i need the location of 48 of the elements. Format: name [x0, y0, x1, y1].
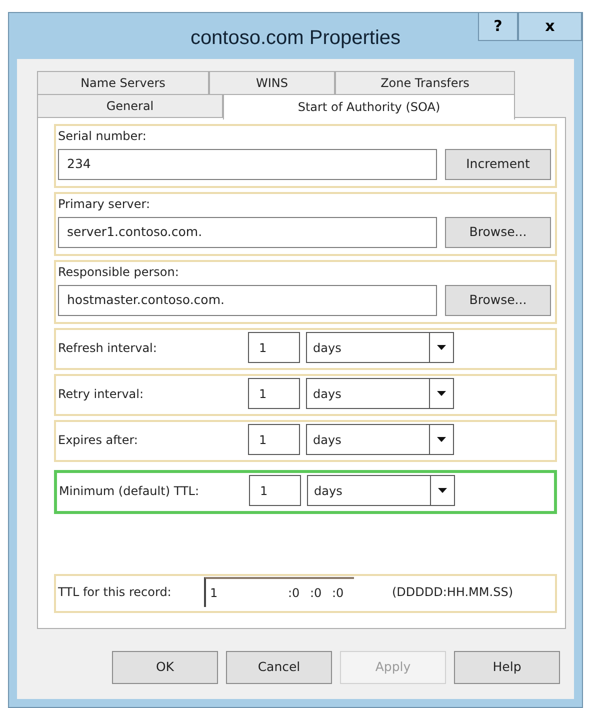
dialog-button[interactable]: Cancel	[226, 651, 332, 684]
tab[interactable]: General	[37, 94, 223, 118]
minutes-value: :0	[310, 585, 323, 602]
dropdown-value: days	[312, 386, 342, 402]
tab[interactable]: WINS	[209, 71, 335, 95]
dropdown-arrow-icon	[438, 488, 447, 493]
tab[interactable]: Start of Authority (SOA)	[223, 94, 515, 120]
days-value: 1	[210, 585, 219, 602]
field-label: Expires after:	[58, 432, 139, 448]
help-button[interactable]: ?	[478, 13, 518, 41]
hours-value: :0	[288, 585, 301, 602]
field-label: TTL for this record:	[58, 584, 172, 601]
field-label: Refresh interval:	[58, 340, 158, 356]
dialog-button[interactable]: Help	[454, 651, 560, 684]
ttl-field[interactable]: 1 :0 :0 :0	[204, 577, 354, 607]
seconds-value: :0	[332, 585, 345, 602]
unit-dropdown[interactable]: days	[306, 332, 454, 363]
number-field[interactable]: 1	[248, 378, 300, 409]
text-field[interactable]: hostmaster.contoso.com.	[58, 285, 437, 316]
dropdown-arrow-icon	[437, 345, 446, 350]
dropdown-arrow-icon	[437, 437, 446, 442]
field-label: Retry interval:	[58, 386, 145, 402]
number-field[interactable]: 1	[248, 332, 300, 363]
field-label: Minimum (default) TTL:	[59, 482, 200, 500]
field-label: Responsible person:	[58, 264, 180, 281]
tab[interactable]: Name Servers	[37, 71, 209, 95]
increment-button[interactable]: Increment	[445, 149, 551, 180]
number-field[interactable]: 1	[249, 475, 301, 506]
unit-dropdown[interactable]: days	[306, 378, 454, 409]
text-field[interactable]: 234	[58, 149, 437, 180]
unit-dropdown[interactable]: days	[306, 424, 454, 455]
tab[interactable]: Zone Transfers	[335, 71, 515, 95]
text-field[interactable]: server1.contoso.com.	[58, 217, 437, 248]
format-hint: (DDDDD:HH.MM.SS)	[390, 584, 514, 601]
number-field[interactable]: 1	[248, 424, 300, 455]
dropdown-value: days	[313, 482, 344, 500]
browse-button[interactable]: Browse...	[445, 285, 551, 316]
dropdown-arrow-icon	[437, 391, 446, 396]
window-title: contoso.com Properties	[190, 26, 401, 51]
browse-button[interactable]: Browse...	[445, 217, 551, 248]
unit-dropdown[interactable]: days	[307, 475, 455, 506]
dialog-button: Apply	[340, 651, 446, 684]
dropdown-value: days	[312, 340, 342, 356]
field-label: Serial number:	[58, 128, 148, 145]
dropdown-value: days	[312, 432, 342, 448]
dialog-button[interactable]: OK	[112, 651, 218, 684]
close-button[interactable]: x	[518, 13, 582, 41]
field-label: Primary server:	[58, 196, 152, 213]
